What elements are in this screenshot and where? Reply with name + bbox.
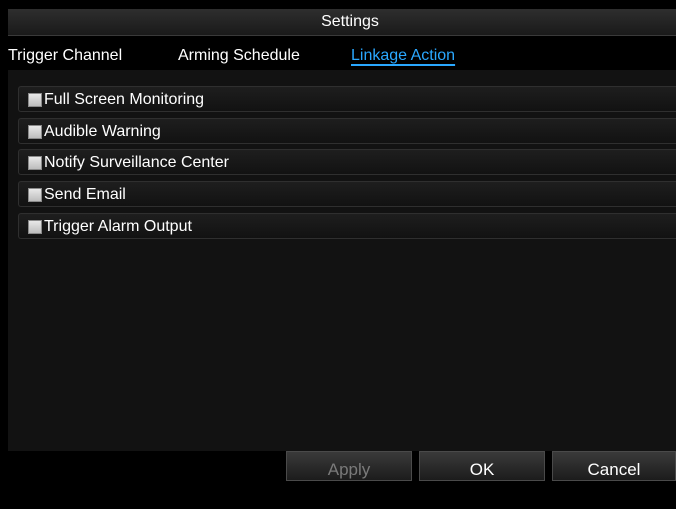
tab-linkage-action[interactable]: Linkage Action	[351, 47, 455, 65]
apply-button[interactable]: Apply	[286, 451, 412, 481]
settings-dialog: Settings Trigger Channel Arming Schedule…	[0, 0, 676, 509]
cancel-button-label: Cancel	[587, 460, 641, 479]
full-screen-monitoring-checkbox[interactable]	[28, 93, 42, 107]
cancel-button[interactable]: Cancel	[552, 451, 676, 481]
tab-trigger-channel[interactable]: Trigger Channel	[8, 47, 122, 65]
send-email-label: Send Email	[44, 186, 126, 203]
send-email-checkbox[interactable]	[28, 188, 42, 202]
linkage-action-panel: Full Screen Monitoring Audible Warning N…	[8, 70, 676, 475]
linkage-row-full-screen-monitoring[interactable]: Full Screen Monitoring	[18, 86, 676, 112]
linkage-row-trigger-alarm-output[interactable]: Trigger Alarm Output	[18, 213, 676, 239]
linkage-row-notify-surveillance-center[interactable]: Notify Surveillance Center	[18, 149, 676, 175]
linkage-row-audible-warning[interactable]: Audible Warning	[18, 118, 676, 144]
tab-arming-schedule[interactable]: Arming Schedule	[178, 47, 300, 65]
notify-surveillance-center-label: Notify Surveillance Center	[44, 154, 229, 171]
trigger-alarm-output-checkbox[interactable]	[28, 220, 42, 234]
linkage-row-send-email[interactable]: Send Email	[18, 181, 676, 207]
apply-button-label: Apply	[327, 460, 371, 479]
ok-button[interactable]: OK	[419, 451, 545, 481]
full-screen-monitoring-label: Full Screen Monitoring	[44, 91, 205, 108]
audible-warning-label: Audible Warning	[44, 123, 161, 140]
notify-surveillance-center-checkbox[interactable]	[28, 156, 42, 170]
dialog-title: Settings	[321, 13, 379, 30]
button-bar: Apply OK Cancel	[8, 451, 676, 509]
tab-bar: Trigger Channel Arming Schedule Linkage …	[8, 36, 676, 70]
trigger-alarm-output-label: Trigger Alarm Output	[44, 218, 192, 235]
title-bar[interactable]: Settings	[8, 9, 676, 36]
audible-warning-checkbox[interactable]	[28, 125, 42, 139]
ok-button-label: OK	[469, 460, 495, 479]
